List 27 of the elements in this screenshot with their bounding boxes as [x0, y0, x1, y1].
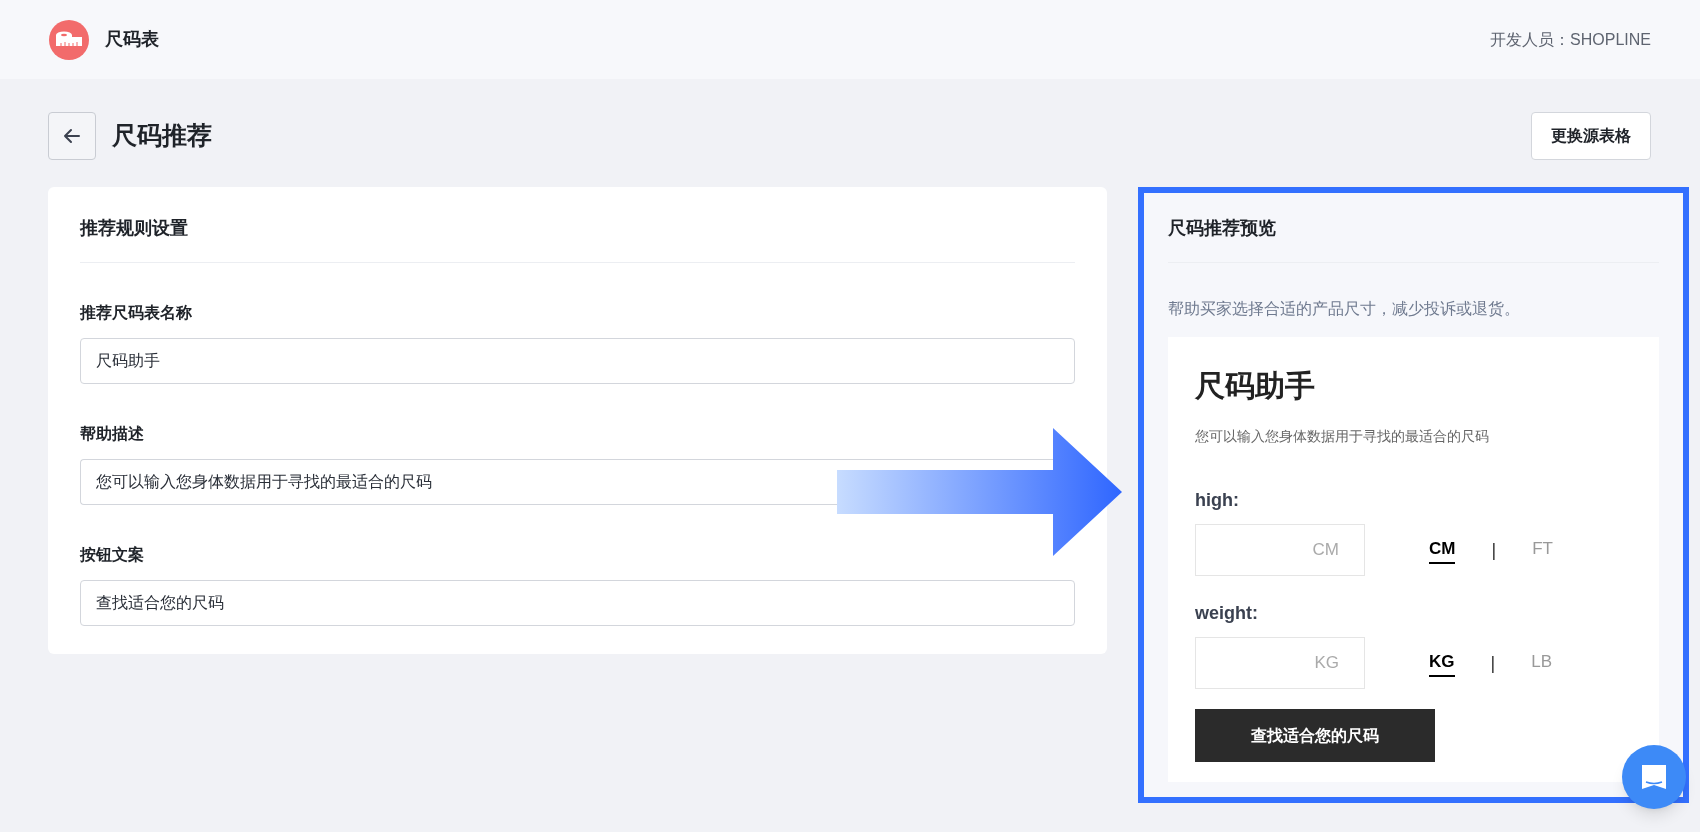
- back-button[interactable]: [48, 112, 96, 160]
- unit-toggle[interactable]: KG: [1429, 648, 1455, 678]
- field-label: 帮助描述: [80, 424, 145, 444]
- app-title: 尺码表: [105, 28, 159, 51]
- input-field[interactable]: 尺码助手: [80, 338, 1075, 384]
- measure-input[interactable]: CM: [1195, 524, 1365, 576]
- preview-title: 尺码推荐预览: [1168, 215, 1659, 263]
- unit-separator: |: [1490, 651, 1496, 675]
- widget-title: 尺码助手: [1195, 368, 1316, 404]
- preview-description: 帮助买家选择合适的产品尺寸，减少投诉或退货。: [1168, 299, 1521, 319]
- widget-subtitle: 您可以输入您身体数据用于寻找的最适合的尺码: [1195, 427, 1490, 446]
- book-icon: [1640, 763, 1668, 791]
- find-size-button[interactable]: 查找适合您的尺码: [1195, 709, 1435, 762]
- back-arrow-icon: [62, 126, 82, 146]
- unit-separator: |: [1491, 538, 1497, 562]
- unit-toggle[interactable]: CM: [1429, 535, 1456, 565]
- measure-label: high:: [1195, 489, 1240, 512]
- measuring-tape-icon: [49, 19, 89, 60]
- developer-label: 开发人员：SHOPLINE: [1490, 29, 1651, 50]
- measure-input[interactable]: KG: [1195, 637, 1365, 689]
- replace-source-button[interactable]: 更换源表格: [1531, 112, 1651, 160]
- page-title: 尺码推荐: [112, 120, 212, 152]
- field-label: 按钮文案: [80, 545, 145, 565]
- measure-label: weight:: [1195, 602, 1259, 625]
- field-label: 推荐尺码表名称: [80, 303, 193, 323]
- input-field[interactable]: 查找适合您的尺码: [80, 580, 1075, 626]
- card-title: 推荐规则设置: [80, 215, 1075, 263]
